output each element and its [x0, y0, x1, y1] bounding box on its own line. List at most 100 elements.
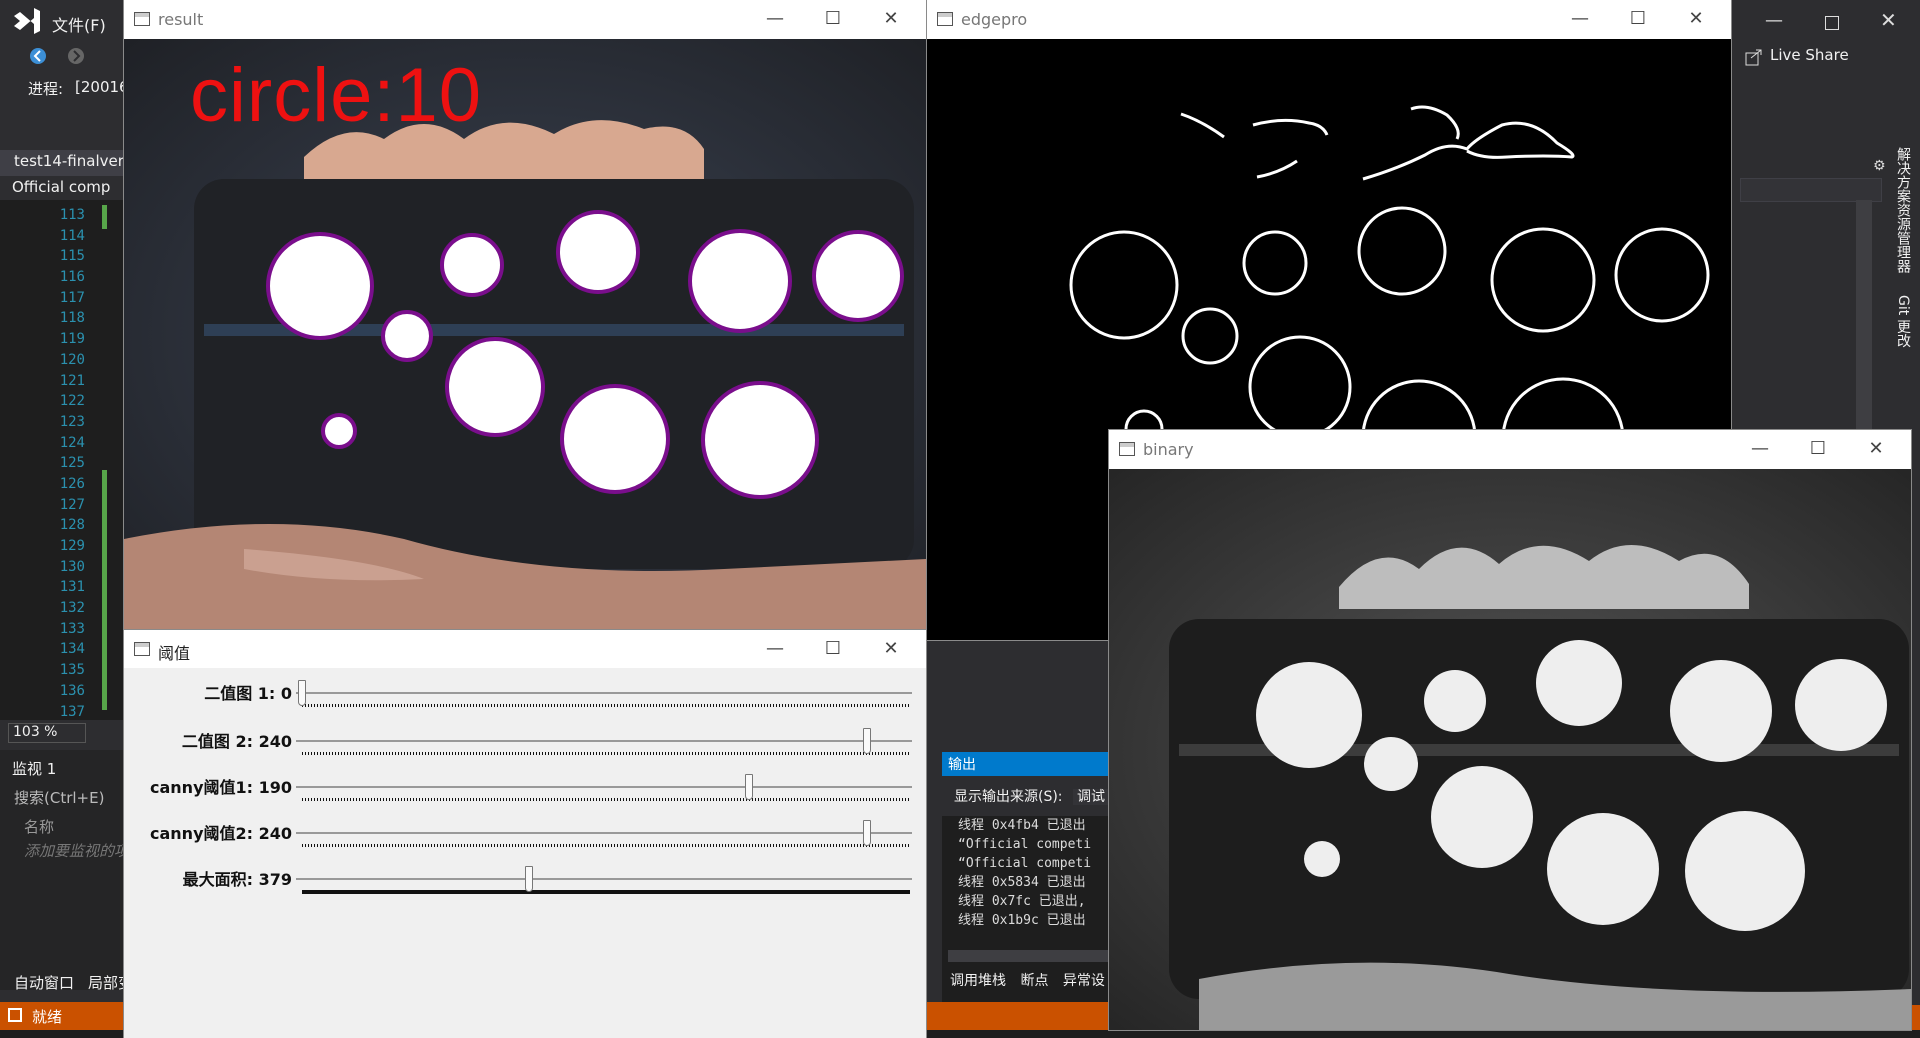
- trackbar-ticks: [302, 798, 910, 801]
- tab-git-changes[interactable]: Git 更改: [1893, 295, 1913, 348]
- trackbar-track[interactable]: [296, 786, 912, 788]
- line-number: 133: [59, 620, 85, 637]
- trackbar-thumb[interactable]: [525, 866, 534, 892]
- status-icon: [8, 1008, 22, 1022]
- output-line: 线程 0x5834 已退出: [958, 875, 1086, 890]
- watch-title[interactable]: 监视 1: [12, 758, 56, 779]
- output-line: 线程 0x7fc 已退出,: [958, 894, 1086, 909]
- binary-titlebar[interactable]: binary — ☐ ✕: [1109, 430, 1911, 469]
- line-number: 126: [59, 475, 85, 492]
- result-window[interactable]: result — ☐ ✕ circle:10: [124, 0, 926, 630]
- close-icon[interactable]: ✕: [1865, 438, 1887, 460]
- zoom-dropdown[interactable]: 103 %: [8, 723, 86, 743]
- window-icon: [134, 642, 150, 656]
- tab-exceptions[interactable]: 异常设: [1063, 973, 1105, 989]
- minimize-icon[interactable]: —: [764, 8, 786, 30]
- output-source-value[interactable]: 调试: [1072, 789, 1109, 805]
- binary-title: binary: [1143, 440, 1194, 459]
- status-text: 就绪: [32, 1008, 63, 1026]
- process-value[interactable]: [20016: [75, 78, 129, 96]
- result-image: circle:10: [124, 39, 926, 630]
- document-tab[interactable]: test14-finalvers: [0, 150, 125, 176]
- watch-panel: [0, 750, 125, 990]
- maximize-icon[interactable]: ☐: [1627, 8, 1649, 30]
- change-marker: [102, 470, 107, 710]
- trackbar-thumb[interactable]: [862, 728, 871, 754]
- watch-col-name: 名称: [24, 818, 55, 836]
- tab-locals[interactable]: 局部变: [88, 972, 125, 993]
- threshold-window[interactable]: 阈值 — ☐ ✕ 二值图 1: 0 二值图 2: 240 canny阈值1: 190…: [124, 630, 926, 1038]
- window-icon: [937, 12, 953, 26]
- threshold-title: 阈值: [158, 644, 191, 663]
- line-number: 120: [59, 351, 85, 368]
- maximize-icon[interactable]: ☐: [1807, 438, 1829, 460]
- nav-dropdown[interactable]: Official comp: [0, 176, 125, 200]
- result-title: result: [158, 10, 204, 29]
- output-title[interactable]: 输出: [942, 752, 1117, 776]
- solution-search[interactable]: [1740, 178, 1882, 202]
- trackbar-label: canny阈值1: 190: [150, 778, 292, 797]
- circle-count-overlay: circle:10: [190, 53, 482, 138]
- trackbar-track[interactable]: [296, 740, 912, 742]
- binary-image: [1109, 469, 1911, 1030]
- line-number: 113: [59, 207, 85, 223]
- vs-logo-icon: [10, 4, 44, 38]
- back-icon[interactable]: [28, 46, 48, 70]
- minimize-icon[interactable]: —: [1765, 10, 1783, 31]
- trackbar-thumb[interactable]: [745, 774, 754, 800]
- line-number: 125: [59, 455, 85, 472]
- trackbar-thumb[interactable]: [862, 820, 871, 846]
- line-number: 124: [59, 434, 85, 451]
- output-bottom-tabs: 调用堆栈 断点 异常设: [950, 970, 1105, 990]
- line-number: 131: [59, 579, 85, 596]
- line-number: 137: [59, 703, 85, 720]
- minimize-icon[interactable]: —: [1569, 8, 1591, 30]
- watch-search[interactable]: 搜索(Ctrl+E): [14, 787, 104, 808]
- threshold-titlebar[interactable]: 阈值 — ☐ ✕: [124, 630, 926, 668]
- line-number: 115: [59, 248, 85, 265]
- trackbar-ticks: [302, 844, 910, 847]
- change-marker: [102, 205, 107, 229]
- live-share-icon[interactable]: [1745, 48, 1763, 70]
- close-icon[interactable]: ✕: [880, 638, 902, 660]
- line-number: 130: [59, 558, 85, 575]
- line-number: 119: [59, 331, 85, 348]
- menu-file[interactable]: 文件(F): [52, 12, 106, 36]
- maximize-icon[interactable]: ☐: [822, 8, 844, 30]
- trackbar-label: canny阈值2: 240: [150, 824, 292, 843]
- restore-icon[interactable]: [1825, 16, 1839, 30]
- line-number: 132: [59, 600, 85, 617]
- trackbar-thumb[interactable]: [298, 680, 306, 706]
- minimize-icon[interactable]: —: [1749, 438, 1771, 460]
- trackbar-track[interactable]: [296, 832, 912, 834]
- maximize-icon[interactable]: ☐: [822, 638, 844, 660]
- tab-solution-explorer[interactable]: 解决方案资源管理器: [1893, 147, 1913, 273]
- tab-autos[interactable]: 自动窗口: [14, 972, 74, 993]
- line-number: 122: [59, 393, 85, 410]
- output-hscroll[interactable]: [948, 950, 1113, 962]
- window-icon: [134, 12, 150, 26]
- tab-breakpoints[interactable]: 断点: [1020, 973, 1048, 989]
- close-icon[interactable]: ✕: [1685, 8, 1707, 30]
- minimize-icon[interactable]: —: [764, 638, 786, 660]
- binary-window[interactable]: binary — ☐ ✕: [1109, 430, 1911, 1030]
- output-source[interactable]: 显示输出来源(S): 调试: [942, 776, 1117, 816]
- settings-icon[interactable]: ⚙: [1873, 158, 1886, 174]
- trackbar-track[interactable]: [296, 878, 912, 880]
- trackbar-track[interactable]: [296, 692, 912, 694]
- output-lines: 线程 0x4fb4 已退出 “Official competi “Official …: [958, 816, 1117, 930]
- close-icon[interactable]: ✕: [1880, 8, 1897, 32]
- output-line: “Official competi: [958, 837, 1092, 852]
- result-titlebar[interactable]: result — ☐ ✕: [124, 0, 926, 39]
- forward-icon[interactable]: [66, 46, 86, 70]
- close-icon[interactable]: ✕: [880, 8, 902, 30]
- trackbar-panel: 二值图 1: 0 二值图 2: 240 canny阈值1: 190 canny阈值2:…: [124, 668, 926, 1038]
- edgepro-titlebar[interactable]: edgepro — ☐ ✕: [927, 0, 1731, 39]
- line-number: 135: [59, 662, 85, 679]
- process-label: 进程:: [28, 80, 64, 98]
- trackbar-label: 最大面积: 379: [182, 870, 292, 889]
- watch-add-hint[interactable]: 添加要监视的项: [24, 840, 124, 861]
- live-share-button[interactable]: Live Share: [1770, 46, 1849, 64]
- line-number: 116: [59, 269, 85, 286]
- tab-callstack[interactable]: 调用堆栈: [950, 973, 1006, 989]
